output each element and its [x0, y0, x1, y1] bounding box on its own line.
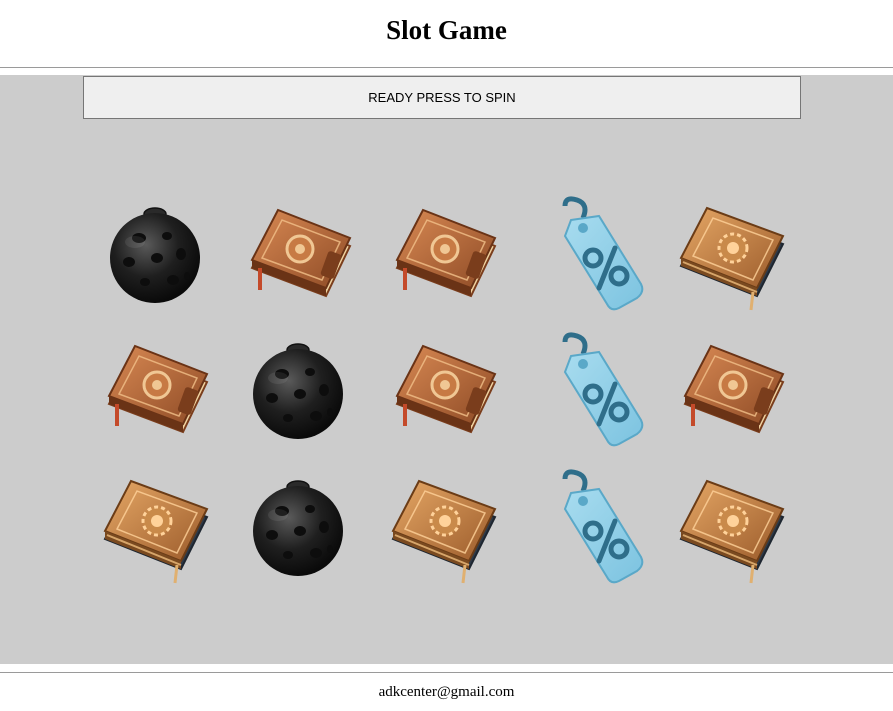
book-gear-icon — [383, 469, 503, 589]
book-lock-icon — [238, 196, 358, 316]
footer: adkcenter@gmail.com — [0, 673, 893, 711]
bomb-icon — [238, 469, 358, 589]
book-gear-icon — [671, 469, 791, 589]
book-lock-icon — [671, 332, 791, 452]
header: Slot Game — [0, 0, 893, 66]
book-lock-icon — [95, 332, 215, 452]
slot-board: READY PRESS TO SPIN — [0, 75, 893, 664]
tag-icon — [535, 196, 655, 316]
reel-grid — [0, 75, 893, 664]
header-divider — [0, 67, 893, 68]
book-lock-icon — [383, 196, 503, 316]
book-lock-icon — [383, 332, 503, 452]
book-gear-icon — [671, 196, 791, 316]
page-title: Slot Game — [386, 14, 507, 45]
bomb-icon — [238, 332, 358, 452]
tag-icon — [535, 469, 655, 589]
contact-email: adkcenter@gmail.com — [378, 683, 515, 700]
bomb-icon — [95, 196, 215, 316]
book-gear-icon — [95, 469, 215, 589]
spin-status-button[interactable]: READY PRESS TO SPIN — [83, 76, 801, 119]
tag-icon — [535, 332, 655, 452]
